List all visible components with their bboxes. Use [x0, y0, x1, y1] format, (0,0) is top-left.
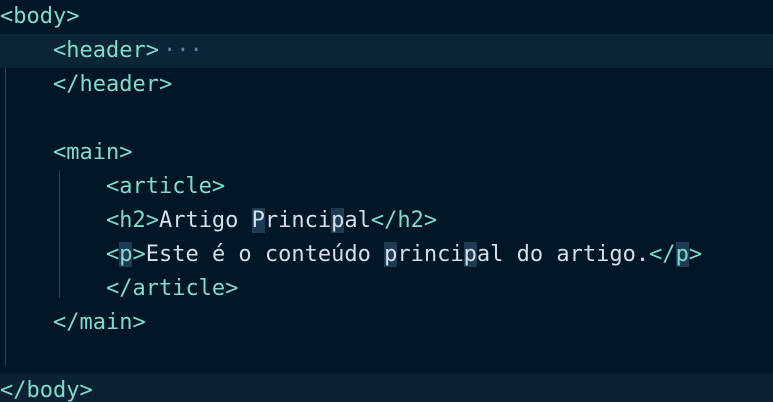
code-line[interactable]: <main>: [0, 136, 773, 170]
tag-token: >: [132, 242, 146, 267]
tag-token: >: [688, 242, 703, 267]
search-highlight: p: [384, 242, 398, 267]
code-line[interactable]: </body>: [0, 374, 773, 402]
text-token: rinci: [264, 208, 332, 233]
code-line[interactable]: <body>: [0, 0, 773, 34]
tag-token: <h2>: [105, 208, 159, 233]
code-line[interactable]: [0, 340, 773, 374]
code-line[interactable]: <article>: [0, 170, 773, 204]
text-token: al: [344, 208, 371, 233]
code-line[interactable]: <p>Este é o conteúdo principal do artigo…: [0, 238, 773, 272]
text-token: Este é o conteúdo: [145, 242, 385, 267]
code-line[interactable]: <header> ···: [0, 34, 773, 68]
search-highlight: P: [251, 208, 265, 233]
search-highlight: p: [463, 242, 477, 267]
tag-token: <: [105, 242, 120, 267]
text-token: rinci: [397, 242, 464, 267]
ellipsis-fold-icon[interactable]: ···: [159, 38, 203, 63]
tag-token: </header>: [52, 72, 173, 97]
text-token: al do artigo.: [476, 242, 650, 267]
search-highlight: p: [675, 242, 689, 267]
search-highlight: p: [331, 208, 345, 233]
code-line[interactable]: </header>: [0, 68, 773, 102]
search-highlight: p: [119, 242, 133, 267]
tag-token: </: [649, 242, 676, 267]
tag-token: <main>: [52, 140, 133, 165]
tag-token: </main>: [52, 310, 146, 335]
code-line[interactable]: </article>: [0, 272, 773, 306]
tag-token: <article>: [105, 174, 226, 199]
code-editor[interactable]: <body> <header> ··· </header> <main> <art…: [0, 0, 773, 402]
text-token: Artigo: [158, 208, 252, 233]
tag-token: </body>: [0, 378, 93, 402]
tag-token: <header>: [52, 38, 159, 63]
tag-token: </h2>: [370, 208, 438, 233]
code-line[interactable]: </main>: [0, 306, 773, 340]
code-line[interactable]: <h2>Artigo Principal</h2>: [0, 204, 773, 238]
code-line[interactable]: [0, 102, 773, 136]
tag-token: <body>: [0, 4, 80, 29]
tag-token: </article>: [105, 276, 239, 301]
